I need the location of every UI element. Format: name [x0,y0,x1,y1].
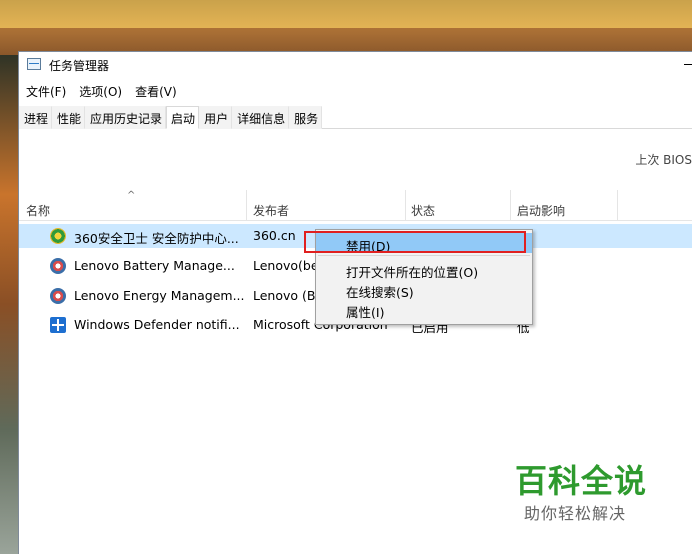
lenovo-icon [50,288,66,304]
startup-item-name: Lenovo Energy Managem... [74,288,244,303]
startup-item-name: 360安全卫士 安全防护中心... [74,231,239,246]
tab-services[interactable]: 服务 [289,106,323,129]
tab-bar: 进程 性能 应用历史记录 启动 用户 详细信息 服务 [19,106,692,129]
sort-ascending-icon: ^ [127,190,136,201]
context-menu-disable[interactable]: 禁用(D) [316,233,532,254]
360-icon [50,228,66,244]
context-menu-properties[interactable]: 属性(I) [316,299,532,320]
lenovo-icon [50,258,66,274]
column-header-status[interactable]: 状态 [411,202,435,220]
task-manager-icon [27,58,41,70]
startup-table-header: ^ 名称 发布者 状态 启动影响 [19,190,692,221]
tab-details[interactable]: 详细信息 [232,106,290,129]
column-divider[interactable] [510,190,511,220]
watermark-subtitle: 助你轻松解决 [524,504,627,523]
last-bios-time-label: 上次 BIOS [635,153,692,167]
windows-defender-icon [50,317,66,333]
window-title: 任务管理器 [49,59,110,73]
column-header-name[interactable]: 名称 [26,202,50,220]
column-header-publisher[interactable]: 发布者 [253,202,289,220]
column-divider[interactable] [246,190,247,220]
menu-view[interactable]: 查看(V) [128,81,183,101]
tab-app-history[interactable]: 应用历史记录 [85,106,167,129]
startup-item-name: Lenovo Battery Manage... [74,258,235,273]
column-divider[interactable] [405,190,406,220]
startup-item-name: Windows Defender notifi... [74,317,240,332]
menu-file[interactable]: 文件(F) [19,81,72,101]
context-menu-properties-label: 属性(I) [346,305,385,320]
tab-users[interactable]: 用户 [199,106,233,129]
title-bar[interactable]: 任务管理器 [19,52,692,78]
menu-options[interactable]: 选项(O) [72,81,128,101]
minimize-button[interactable] [680,52,692,78]
task-manager-window: 任务管理器 文件(F) 选项(O) 查看(V) 进程 性能 应用历史记录 启动 … [19,52,692,554]
context-menu-separator [318,255,530,256]
column-header-impact[interactable]: 启动影响 [517,202,565,220]
context-menu: 禁用(D) 打开文件所在的位置(O) 在线搜索(S) 属性(I) [315,229,533,325]
tab-processes[interactable]: 进程 [19,106,53,129]
context-menu-open-file-location[interactable]: 打开文件所在的位置(O) [316,259,532,280]
menu-bar: 文件(F) 选项(O) 查看(V) [19,81,183,101]
tab-performance[interactable]: 性能 [52,106,86,129]
context-menu-disable-label: 禁用(D) [346,239,391,254]
tab-startup[interactable]: 启动 [166,106,200,129]
watermark-title: 百科全说 [515,462,648,500]
minimize-icon [684,64,692,65]
context-menu-search-online[interactable]: 在线搜索(S) [316,279,532,300]
column-divider[interactable] [617,190,618,220]
